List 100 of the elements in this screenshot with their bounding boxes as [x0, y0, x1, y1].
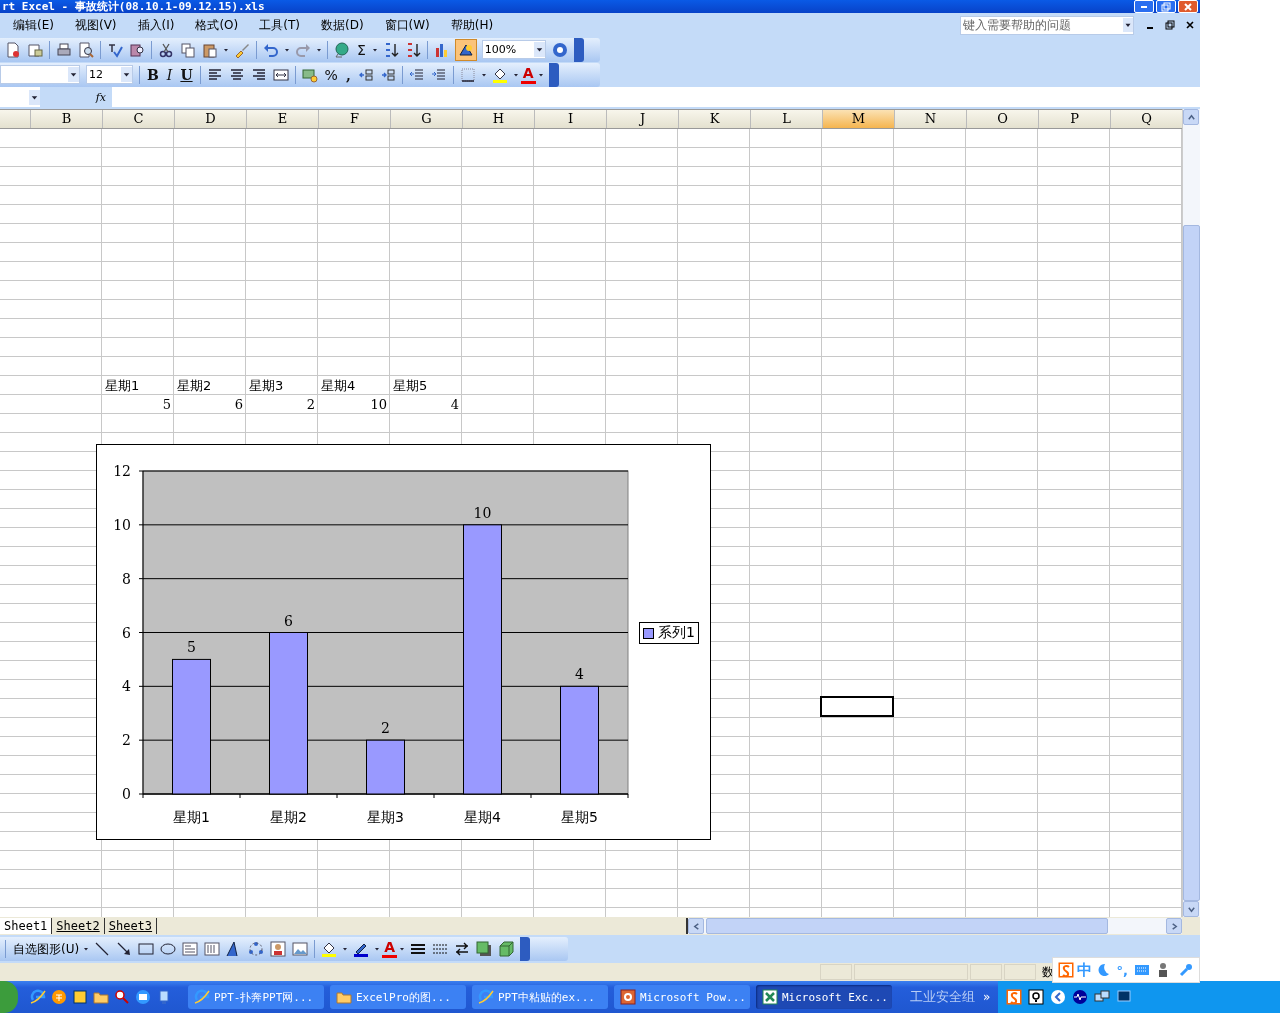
more-button[interactable]: »	[983, 990, 991, 1004]
line-style-icon[interactable]	[410, 941, 426, 957]
taskbar-button[interactable]: PPT-扑奔PPT网...	[188, 985, 324, 1009]
vertical-scrollbar[interactable]	[1182, 109, 1200, 917]
fill-color-icon[interactable]	[321, 941, 338, 957]
font-size-dropdown[interactable]: 12	[86, 65, 133, 84]
close-icon[interactable]	[1185, 20, 1195, 30]
folder-icon[interactable]	[93, 989, 109, 1005]
bold-button[interactable]: B	[143, 66, 163, 83]
copy-icon[interactable]	[180, 41, 196, 58]
permission-icon[interactable]	[27, 41, 43, 58]
align-right-icon[interactable]	[250, 66, 267, 83]
scroll-right-button[interactable]	[1166, 918, 1182, 934]
caret-icon[interactable]	[533, 42, 545, 57]
keyboard-icon[interactable]	[1134, 962, 1150, 978]
align-center-icon[interactable]	[228, 66, 245, 83]
menu-item[interactable]: 工具(T)	[251, 16, 308, 34]
research-icon[interactable]	[129, 41, 145, 58]
column-header[interactable]: F	[319, 110, 391, 128]
column-header[interactable]: E	[247, 110, 319, 128]
cut-icon[interactable]	[158, 41, 174, 58]
taskbar-button[interactable]: PPT中粘贴的ex...	[472, 985, 608, 1009]
autosum-button[interactable]: Σ	[353, 41, 370, 58]
increase-decimal-icon[interactable]	[357, 66, 374, 83]
menu-item[interactable]: 视图(V)	[66, 16, 125, 34]
new-document-icon[interactable]	[5, 41, 21, 58]
decrease-indent-icon[interactable]	[408, 66, 425, 83]
toolbar-options-handle[interactable]	[520, 937, 530, 961]
wrench-icon[interactable]	[1178, 962, 1194, 978]
menu-item[interactable]: 数据(D)	[312, 16, 372, 34]
search-icon[interactable]	[114, 989, 130, 1005]
decrease-decimal-icon[interactable]	[379, 66, 396, 83]
caret-icon[interactable]	[121, 67, 132, 82]
caret-icon[interactable]	[1123, 18, 1133, 32]
diagram-icon[interactable]	[248, 941, 265, 957]
minimize-button[interactable]	[1134, 0, 1154, 13]
column-header[interactable]: N	[895, 110, 967, 128]
help-search-field[interactable]: 键入需要帮助的问题	[960, 15, 1134, 35]
function-label[interactable]: fx	[95, 90, 112, 104]
text-box-icon[interactable]	[182, 941, 199, 957]
help-icon[interactable]	[1028, 989, 1045, 1005]
toolbar-options-handle[interactable]	[573, 37, 584, 62]
caret-icon[interactable]	[68, 67, 79, 82]
taskbar-button[interactable]: Microsoft Exc...	[756, 985, 892, 1009]
hyperlink-icon[interactable]	[334, 41, 350, 58]
merge-center-icon[interactable]	[272, 66, 289, 83]
close-button[interactable]	[1178, 0, 1198, 13]
start-button[interactable]	[0, 981, 18, 1013]
three-d-icon[interactable]	[498, 941, 514, 957]
scroll-down-button[interactable]	[1183, 901, 1199, 917]
oval-icon[interactable]	[160, 941, 177, 957]
taskbar-button[interactable]: ExcelPro的图...	[330, 985, 466, 1009]
input-method-logo-icon[interactable]	[1006, 989, 1023, 1005]
column-header[interactable]: J	[607, 110, 679, 128]
arrow-icon[interactable]	[116, 941, 133, 957]
column-header[interactable]: D	[175, 110, 247, 128]
currency-icon[interactable]	[301, 66, 318, 83]
print-preview-icon[interactable]	[78, 41, 94, 58]
waveform-icon[interactable]	[1072, 989, 1089, 1005]
chart-area[interactable]: 0 2 4 6 8 10 12 5 6 2 10 4 星期1 星期2 星期3 星期4 星期5 系列1	[96, 444, 711, 840]
menu-item[interactable]: 窗口(W)	[376, 16, 438, 34]
restore-icon[interactable]	[1165, 20, 1175, 30]
rectangle-icon[interactable]	[138, 941, 155, 957]
line-color-icon[interactable]	[353, 941, 370, 957]
chart-wizard-icon[interactable]	[433, 41, 450, 58]
toolbar-label[interactable]: 工业安全组	[910, 988, 975, 1006]
borders-icon[interactable]	[459, 66, 476, 83]
scroll-up-button[interactable]	[1183, 109, 1199, 125]
font-color-button[interactable]: A	[382, 940, 397, 958]
column-header[interactable]: I	[535, 110, 607, 128]
arrow-style-icon[interactable]	[454, 941, 470, 957]
sheet-tab[interactable]: Sheet1	[0, 918, 53, 934]
menu-item[interactable]: 格式(O)	[187, 16, 247, 34]
menu-item[interactable]: 插入(I)	[129, 16, 183, 34]
increase-indent-icon[interactable]	[430, 66, 447, 83]
italic-button[interactable]: I	[162, 66, 177, 83]
column-header[interactable]: B	[31, 110, 103, 128]
shadow-icon[interactable]	[476, 941, 492, 957]
toolbar-options-handle[interactable]	[548, 62, 559, 87]
selected-cell[interactable]	[820, 696, 894, 717]
caret-icon[interactable]	[29, 89, 40, 105]
expand-tray-icon[interactable]	[1050, 989, 1067, 1005]
coin-icon[interactable]	[51, 989, 67, 1005]
monitor-icon[interactable]	[1116, 989, 1133, 1005]
column-header[interactable]: C	[103, 110, 175, 128]
restore-button[interactable]	[1156, 0, 1176, 13]
paste-icon[interactable]	[202, 41, 218, 58]
format-painter-icon[interactable]	[234, 41, 250, 58]
fill-color-icon[interactable]	[491, 66, 508, 83]
drawing-icon[interactable]	[455, 39, 476, 60]
sheet-tab[interactable]: Sheet3	[104, 918, 158, 934]
column-header[interactable]: H	[463, 110, 535, 128]
column-header[interactable]: O	[967, 110, 1039, 128]
sheet-tab[interactable]: Sheet2	[52, 918, 105, 934]
menu-item[interactable]: 编辑(E)	[5, 16, 62, 34]
input-method-logo-icon[interactable]	[1057, 962, 1074, 978]
mail-icon[interactable]	[135, 989, 151, 1005]
picture-icon[interactable]	[292, 941, 309, 957]
printer-icon[interactable]	[56, 41, 72, 58]
zoom-dropdown[interactable]: 100%	[481, 40, 546, 59]
